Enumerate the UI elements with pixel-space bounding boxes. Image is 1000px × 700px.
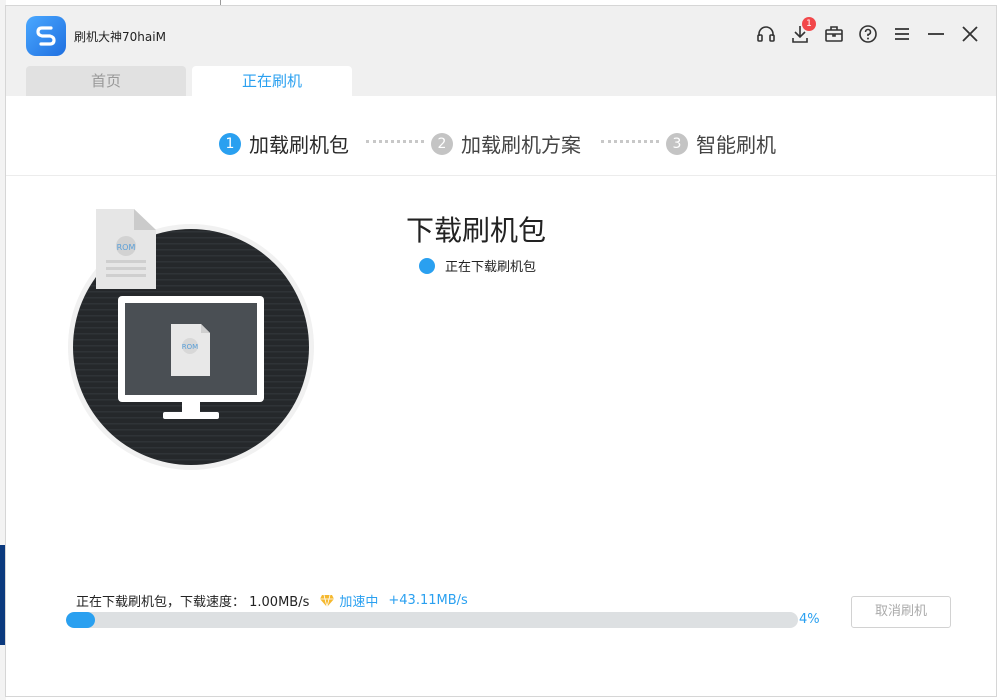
step-2-label: 加载刷机方案 — [461, 133, 581, 157]
headset-icon[interactable] — [756, 24, 776, 44]
status-dot-icon — [419, 257, 435, 274]
status-text: 正在下载刷机包 — [445, 260, 537, 275]
app-logo-icon — [26, 16, 66, 56]
status-line: 正在下载刷机包 — [419, 256, 536, 275]
tab-home[interactable]: 首页 — [26, 66, 186, 96]
menu-icon[interactable] — [892, 24, 912, 44]
rom-file-label-small: ROM — [182, 343, 198, 351]
step-3-number: 3 — [666, 132, 688, 155]
step-connector-1 — [366, 140, 424, 143]
app-title: 刷机大神70haiM — [74, 30, 166, 44]
download-info: 正在下载刷机包，下载速度： 1.00MB/s 加速中 +43.11MB/s — [76, 591, 468, 610]
download-progress-fill — [66, 612, 96, 628]
step-1-label: 加载刷机包 — [249, 133, 349, 157]
step-1: 1 加载刷机包 — [219, 129, 349, 158]
step-2: 2 加载刷机方案 — [431, 129, 581, 158]
tab-flashing[interactable]: 正在刷机 — [192, 66, 352, 96]
cancel-flash-button[interactable]: 取消刷机 — [851, 596, 951, 628]
toolbox-icon[interactable] — [824, 24, 844, 44]
download-icon[interactable]: 1 — [790, 17, 816, 44]
page-title: 下载刷机包 — [406, 214, 547, 247]
minimize-icon[interactable] — [926, 24, 946, 44]
diamond-icon — [319, 594, 335, 608]
app-window: 刷机大神70haiM 1 首页 正在刷机 1 加载刷机包 2 加载刷机方案 3 … — [5, 5, 997, 697]
accel-speed: +43.11MB/s — [388, 593, 468, 608]
rom-file-label: ROM — [117, 243, 136, 252]
step-1-number: 1 — [219, 132, 241, 155]
download-progress-bar — [66, 612, 798, 628]
download-speed-text: 正在下载刷机包，下载速度： 1.00MB/s — [76, 595, 310, 610]
title-bar-controls: 1 — [756, 17, 980, 44]
step-3: 3 智能刷机 — [666, 129, 776, 158]
download-count-badge: 1 — [802, 17, 816, 31]
help-icon[interactable] — [858, 24, 878, 44]
step-3-label: 智能刷机 — [696, 133, 776, 157]
step-indicator: 1 加载刷机包 2 加载刷机方案 3 智能刷机 — [6, 96, 996, 176]
step-2-number: 2 — [431, 132, 453, 155]
title-bar: 刷机大神70haiM 1 首页 正在刷机 — [6, 6, 996, 96]
progress-percent: 4% — [799, 612, 820, 627]
accel-label: 加速中 — [339, 595, 379, 610]
download-illustration: ROM ROM — [66, 204, 316, 474]
close-icon[interactable] — [960, 24, 980, 44]
step-connector-2 — [601, 140, 659, 143]
